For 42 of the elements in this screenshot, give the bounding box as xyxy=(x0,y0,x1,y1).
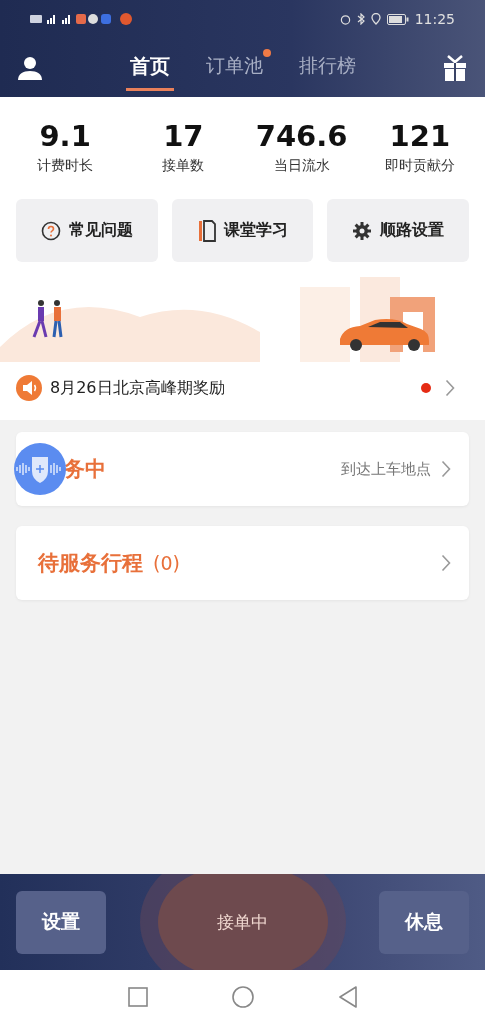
trip-card[interactable]: 务中 到达上车地点 xyxy=(16,432,469,506)
notification-icon xyxy=(120,13,132,25)
stat-value: 746.6 xyxy=(255,119,348,153)
stat-label: 计费时长 xyxy=(37,157,94,175)
stat-value: 121 xyxy=(389,119,451,153)
book-icon xyxy=(197,219,216,242)
trip-status: 到达上车地点 xyxy=(341,459,431,479)
card-title: 务中 xyxy=(64,456,106,483)
chevron-right-icon xyxy=(441,554,451,572)
back-icon[interactable] xyxy=(337,986,358,1008)
shortcut-button[interactable]: 常见问题 xyxy=(16,199,158,262)
rest-button[interactable]: 休息 xyxy=(379,890,469,954)
nav-tab[interactable]: 首页 xyxy=(125,44,174,91)
card-title: 待服务行程 xyxy=(38,550,143,577)
gear-icon xyxy=(352,220,373,241)
stat-label: 当日流水 xyxy=(273,157,330,175)
trip-card[interactable]: 待服务行程 (0) xyxy=(16,526,469,600)
stat-label: 接单数 xyxy=(162,157,205,175)
speaker-icon xyxy=(16,375,42,401)
chevron-right-icon xyxy=(441,460,451,478)
recent-apps-icon[interactable] xyxy=(127,987,148,1007)
nav-tab[interactable]: 排行榜 xyxy=(294,44,360,90)
shortcut-button[interactable]: 顺路设置 xyxy=(327,199,469,262)
location-icon xyxy=(370,13,381,25)
battery-icon xyxy=(386,13,409,25)
floating-shield-bubble-icon[interactable] xyxy=(14,443,66,495)
stat-label: 即时贡献分 xyxy=(384,157,455,175)
status-time: 11:25 xyxy=(414,11,455,27)
accepting-orders-button[interactable]: 接单中 xyxy=(157,874,328,970)
stat-value: 17 xyxy=(163,119,204,153)
bluetooth-icon xyxy=(356,13,365,25)
question-icon xyxy=(40,220,61,241)
chevron-right-icon[interactable] xyxy=(445,379,455,397)
profile-icon[interactable] xyxy=(18,55,42,80)
shortcut-button[interactable]: 课堂学习 xyxy=(171,199,314,262)
stat-value: 9.1 xyxy=(39,119,91,153)
notice-text[interactable]: 8月26日北京高峰期奖励 xyxy=(50,377,413,399)
settings-button[interactable]: 设置 xyxy=(16,890,106,954)
nav-tab[interactable]: 订单池 xyxy=(201,44,267,90)
gift-icon[interactable] xyxy=(443,54,467,81)
trip-count: (0) xyxy=(153,552,180,574)
home-icon[interactable] xyxy=(231,986,254,1008)
